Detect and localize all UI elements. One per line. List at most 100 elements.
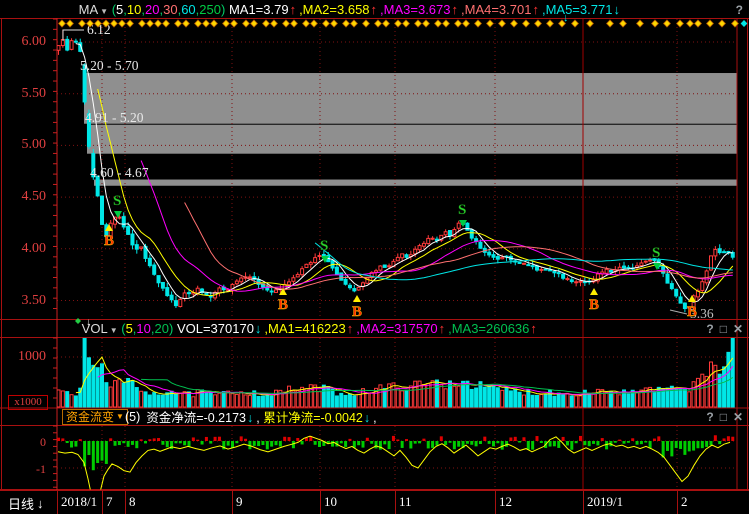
signal-diamond-icon	[719, 20, 726, 27]
period-selector[interactable]: 日线 ↓	[8, 494, 44, 513]
flow-bar	[61, 438, 64, 441]
signal-diamond-icon	[203, 20, 210, 27]
flow-bar	[731, 437, 734, 441]
candle-body	[405, 255, 408, 258]
signal-diamond-icon	[403, 20, 410, 27]
flow-bar	[553, 441, 556, 446]
volume-bar	[414, 381, 417, 407]
flow-bar	[401, 441, 404, 448]
volume-bar	[457, 386, 460, 407]
flow-bar	[114, 441, 117, 446]
month-label: 11	[399, 494, 412, 510]
chart-canvas[interactable]: 6.123.365.20 - 5.704.91 - 5.204.60 - 4.6…	[0, 0, 749, 514]
volume-bar	[357, 394, 360, 407]
flow-bar	[435, 441, 438, 445]
volume-bar	[440, 385, 443, 407]
signal-diamond-icon	[195, 20, 202, 27]
stock-chart-window: 6.123.365.20 - 5.704.91 - 5.204.60 - 4.6…	[0, 0, 749, 514]
candle-body	[179, 299, 182, 306]
flow-bar	[109, 438, 112, 441]
volume-bar	[536, 395, 539, 407]
trend-down-icon: ↓	[247, 411, 253, 425]
indicator-value: ,MA2=3.658	[299, 2, 369, 17]
volume-bar	[409, 386, 412, 407]
signal-diamond-icon	[147, 20, 154, 27]
help-icon[interactable]: ?	[706, 322, 713, 336]
month-label: 8	[129, 494, 136, 510]
paren: (	[118, 321, 126, 336]
trend-up-icon: ↑	[290, 2, 297, 17]
ma-params: (5,10,20,30,60,250)	[108, 2, 229, 17]
volume-bar	[148, 395, 151, 407]
signal-diamond-icon	[163, 20, 170, 27]
volume-bar	[222, 392, 225, 407]
candle-body	[570, 280, 573, 282]
candle-body	[627, 267, 630, 268]
main-panel-icons: ?	[736, 3, 743, 17]
candle-body	[492, 255, 495, 258]
close-icon[interactable]: ✕	[733, 410, 743, 424]
price-axis-label: 5.50	[0, 87, 46, 101]
candle-body	[723, 252, 726, 253]
maximize-icon[interactable]: □	[720, 322, 727, 336]
candle-body	[379, 266, 382, 270]
flow-bar	[196, 440, 199, 441]
signal-diamond-icon	[423, 20, 430, 27]
flow-bar	[536, 436, 539, 441]
signal-diamond-icon	[607, 20, 614, 27]
candle-body	[714, 249, 717, 255]
param: 10	[136, 321, 150, 336]
candle-body	[623, 266, 626, 268]
volume-bar	[370, 393, 373, 407]
flow-bar	[444, 441, 447, 445]
flow-bar	[357, 441, 360, 445]
flow-bar	[296, 438, 299, 441]
price-axis-label: 4.50	[0, 190, 46, 204]
candle-body	[675, 289, 678, 296]
flow-bar	[618, 440, 621, 441]
volume-bar	[135, 388, 138, 407]
flow-bar	[431, 441, 434, 448]
volume-bar	[235, 394, 238, 407]
vol-dropdown[interactable]: VOL▼	[60, 306, 118, 351]
volume-bar	[209, 392, 212, 407]
flow-bar	[375, 441, 378, 448]
signal-diamond-icon	[231, 20, 238, 27]
volume-bar	[140, 391, 143, 407]
candle-body	[70, 41, 73, 50]
help-icon[interactable]: ?	[736, 3, 743, 17]
volume-bar	[562, 395, 565, 407]
flow-bar	[409, 441, 412, 448]
signal-diamond-icon	[637, 20, 644, 27]
flow-bar	[422, 439, 425, 441]
volume-bar	[131, 380, 134, 407]
maximize-icon[interactable]: □	[720, 410, 727, 424]
candle-body	[562, 274, 565, 278]
flow-bar	[66, 441, 69, 443]
candle-body	[640, 263, 643, 266]
volume-bar	[544, 394, 547, 407]
help-icon[interactable]: ?	[706, 410, 713, 424]
candle-body	[161, 282, 164, 288]
trend-up-icon: ↑	[371, 2, 378, 17]
candle-body	[705, 271, 708, 283]
volume-bar	[166, 393, 169, 407]
flow-bar	[392, 436, 395, 441]
signal-diamond-icon	[695, 20, 702, 27]
month-tick	[495, 491, 496, 514]
candle-body	[557, 273, 560, 274]
buy-marker: B	[589, 297, 599, 313]
volume-bar	[318, 392, 321, 407]
volume-bar	[161, 395, 164, 407]
close-icon[interactable]: ✕	[733, 322, 743, 336]
ma-dropdown[interactable]: MA▼	[57, 0, 108, 32]
flow-bar	[74, 441, 77, 447]
volume-bar	[153, 393, 156, 407]
signal-diamond-icon	[535, 20, 542, 27]
month-label: 9	[236, 494, 243, 510]
flow-dropdown[interactable]: 资金流变▼	[62, 409, 128, 425]
flow-bar	[131, 441, 134, 445]
flow-bar	[636, 441, 639, 445]
month-tick	[583, 491, 584, 514]
flow-bar	[331, 441, 334, 447]
